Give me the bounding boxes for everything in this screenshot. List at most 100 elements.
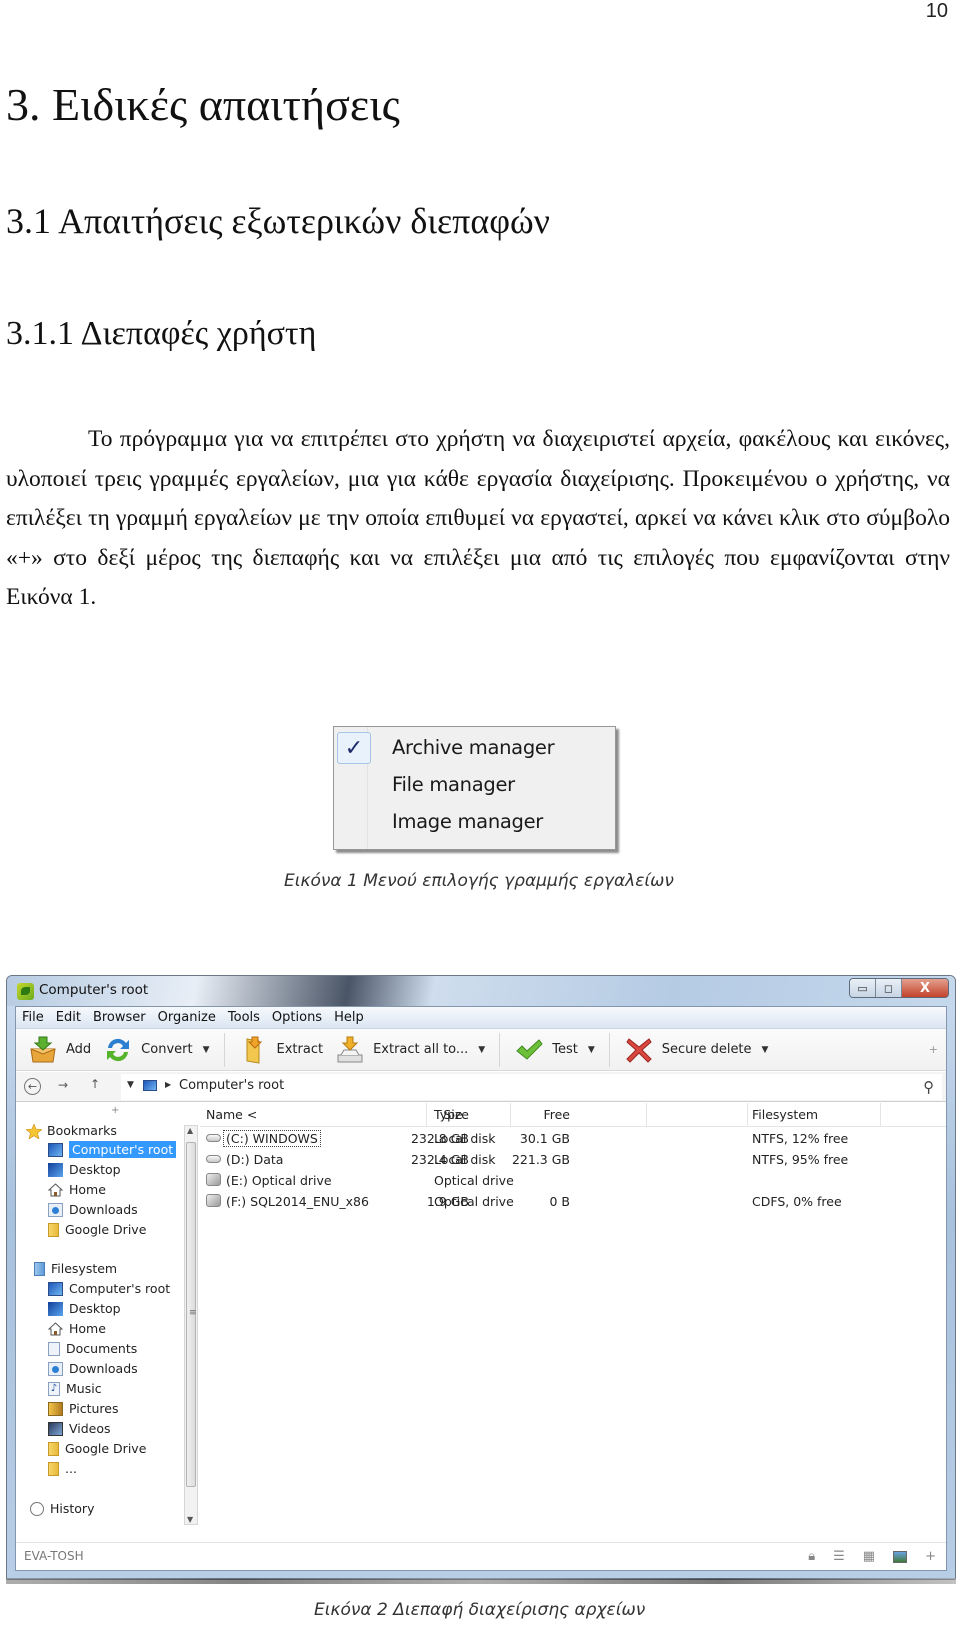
secure-delete-dropdown-icon[interactable]: ▼ bbox=[762, 1045, 769, 1055]
sidebar-label: Videos bbox=[69, 1421, 111, 1436]
taskbar-fragment bbox=[6, 1578, 956, 1584]
sidebar-item-downloads[interactable]: Downloads bbox=[48, 1359, 138, 1378]
menu-organize[interactable]: Organize bbox=[158, 1010, 216, 1025]
secure-delete-label: Secure delete bbox=[661, 1042, 752, 1057]
sidebar-item-downloads[interactable]: Downloads bbox=[48, 1200, 138, 1219]
downloads-icon bbox=[48, 1361, 63, 1376]
toolbar-plus-button[interactable]: + bbox=[929, 1043, 938, 1056]
extract-all-button[interactable]: Extract all to... ▼ bbox=[329, 1033, 491, 1067]
column-separator[interactable] bbox=[510, 1103, 511, 1127]
forward-button[interactable]: → bbox=[58, 1078, 68, 1092]
scroll-up-icon[interactable]: ▲ bbox=[187, 1126, 193, 1135]
menu-help[interactable]: Help bbox=[334, 1010, 364, 1025]
window-title: Computer's root bbox=[39, 982, 149, 998]
column-separator[interactable] bbox=[426, 1103, 427, 1127]
sidebar-item-desktop[interactable]: Desktop bbox=[48, 1299, 121, 1318]
history-dropdown-icon[interactable]: ▼ bbox=[127, 1080, 134, 1090]
sidebar-item-google-drive[interactable]: Google Drive bbox=[48, 1220, 146, 1239]
window-controls: ▭ ◻ X bbox=[849, 978, 949, 998]
menu-file[interactable]: File bbox=[22, 1010, 44, 1025]
sidebar-item-music[interactable]: ♪ Music bbox=[48, 1379, 102, 1398]
extract-button[interactable]: Extract bbox=[233, 1033, 330, 1067]
body-paragraph: Το πρόγραμμα για να επιτρέπει στο χρήστη… bbox=[6, 426, 950, 610]
convert-arrows-icon bbox=[103, 1035, 133, 1065]
tiles-view-icon[interactable]: ▦ bbox=[863, 1549, 875, 1564]
column-separator[interactable] bbox=[646, 1103, 647, 1127]
menu-item-image-manager[interactable]: Image manager bbox=[392, 810, 543, 833]
secure-delete-button[interactable]: Secure delete ▼ bbox=[618, 1033, 775, 1067]
extract-all-label: Extract all to... bbox=[373, 1042, 469, 1057]
sidebar-item-home[interactable]: Home bbox=[47, 1180, 106, 1199]
search-icon[interactable]: ⚲ bbox=[923, 1078, 934, 1096]
extract-all-dropdown-icon[interactable]: ▼ bbox=[478, 1045, 485, 1055]
subsection-heading: 3.1.1 Διεπαφές χρήστη bbox=[6, 315, 317, 352]
column-separator[interactable] bbox=[880, 1103, 881, 1127]
sidebar-item-desktop[interactable]: Desktop bbox=[48, 1160, 121, 1179]
sidebar-label: Home bbox=[69, 1182, 106, 1197]
menu-edit[interactable]: Edit bbox=[56, 1010, 81, 1025]
back-button[interactable]: ← bbox=[24, 1078, 41, 1095]
sidebar-label: Desktop bbox=[69, 1301, 121, 1316]
test-dropdown-icon[interactable]: ▼ bbox=[588, 1045, 595, 1055]
toolbar-separator bbox=[223, 1032, 225, 1067]
table-row[interactable]: (F:) SQL2014_ENU_x86 Optical drive 1.9 G… bbox=[200, 1192, 946, 1213]
table-row[interactable]: (E:) Optical drive Optical drive bbox=[200, 1171, 946, 1192]
maximize-button[interactable]: ◻ bbox=[876, 979, 902, 997]
sidebar-item-home[interactable]: Home bbox=[47, 1319, 106, 1338]
thumbnail-view-icon[interactable] bbox=[893, 1550, 908, 1563]
extract-folder-icon bbox=[239, 1035, 269, 1065]
extract-label: Extract bbox=[276, 1042, 324, 1057]
address-field[interactable]: ▼ ▶ Computer's root ⚲ bbox=[121, 1074, 942, 1100]
table-row[interactable]: (D:) Data Local disk 232.4 GB 221.3 GB N… bbox=[200, 1150, 946, 1171]
convert-dropdown-icon[interactable]: ▼ bbox=[203, 1045, 210, 1055]
convert-button[interactable]: Convert ▼ bbox=[97, 1033, 215, 1067]
column-separator[interactable] bbox=[747, 1103, 748, 1127]
computer-icon bbox=[48, 1142, 63, 1157]
scrollbar-thumb[interactable]: ≡ bbox=[186, 1142, 197, 1487]
lock-icon[interactable]: 🔒︎ bbox=[808, 1549, 815, 1564]
menu-item-file-manager[interactable]: File manager bbox=[392, 773, 515, 796]
column-size[interactable]: Size bbox=[443, 1107, 469, 1122]
details-view-icon[interactable]: ☰ bbox=[833, 1549, 845, 1564]
home-icon bbox=[47, 1321, 64, 1336]
column-filesystem[interactable]: Filesystem bbox=[752, 1107, 818, 1122]
chapter-heading: 3. Ειδικές απαιτήσεις bbox=[6, 79, 400, 130]
status-plus-button[interactable]: + bbox=[925, 1549, 936, 1564]
sidebar-bookmarks-header[interactable]: Bookmarks bbox=[25, 1121, 117, 1140]
address-bar: ← → ↑ ▼ ▶ Computer's root ⚲ bbox=[16, 1072, 946, 1102]
menu-item-archive-manager[interactable]: Archive manager bbox=[392, 736, 555, 759]
file-list: Name < Type Size Free Filesystem (C:) WI… bbox=[200, 1103, 946, 1542]
sidebar-label: Music bbox=[66, 1381, 102, 1396]
menu-browser[interactable]: Browser bbox=[93, 1010, 146, 1025]
close-button[interactable]: X bbox=[902, 979, 948, 997]
figure-1-caption: Εικόνα 1 Μενού επιλογής γραμμής εργαλείω… bbox=[284, 871, 674, 891]
sidebar-item-more[interactable]: ... bbox=[48, 1459, 77, 1478]
sidebar-filesystem-header[interactable]: Filesystem bbox=[34, 1259, 117, 1278]
sidebar-item-documents[interactable]: Documents bbox=[48, 1339, 137, 1358]
column-free[interactable]: Free bbox=[543, 1107, 570, 1122]
sidebar-item-computers-root[interactable]: Computer's root bbox=[48, 1279, 170, 1298]
up-button[interactable]: ↑ bbox=[90, 1077, 100, 1091]
sidebar-label: Computer's root bbox=[69, 1141, 177, 1158]
table-row[interactable]: (C:) WINDOWS Local disk 232.8 GB 30.1 GB… bbox=[200, 1129, 946, 1150]
add-button[interactable]: Add bbox=[22, 1033, 97, 1067]
optical-drive-icon bbox=[206, 1194, 221, 1207]
sidebar-item-google-drive[interactable]: Google Drive bbox=[48, 1439, 146, 1458]
drive-filesystem: NTFS, 12% free bbox=[752, 1131, 849, 1146]
test-button[interactable]: Test ▼ bbox=[508, 1033, 601, 1067]
toolbar-selection-menu: ✓ Archive manager File manager Image man… bbox=[333, 726, 616, 850]
scroll-down-icon[interactable]: ▼ bbox=[187, 1515, 193, 1524]
sidebar-history[interactable]: History bbox=[30, 1499, 94, 1518]
sidebar-item-pictures[interactable]: Pictures bbox=[48, 1399, 119, 1418]
menu-options[interactable]: Options bbox=[272, 1010, 322, 1025]
sidebar-plus-button[interactable]: + bbox=[111, 1105, 119, 1116]
menu-tools[interactable]: Tools bbox=[228, 1010, 260, 1025]
clock-icon bbox=[30, 1501, 44, 1516]
column-name[interactable]: Name < bbox=[206, 1107, 257, 1122]
sidebar-item-computers-root[interactable]: Computer's root bbox=[48, 1140, 177, 1159]
sidebar-item-videos[interactable]: Videos bbox=[48, 1419, 111, 1438]
breadcrumb-arrow-icon[interactable]: ▶ bbox=[165, 1080, 171, 1089]
minimize-button[interactable]: ▭ bbox=[850, 979, 876, 997]
sidebar-scrollbar[interactable]: ▲ ≡ ▼ bbox=[184, 1125, 198, 1525]
red-x-icon bbox=[624, 1035, 654, 1065]
